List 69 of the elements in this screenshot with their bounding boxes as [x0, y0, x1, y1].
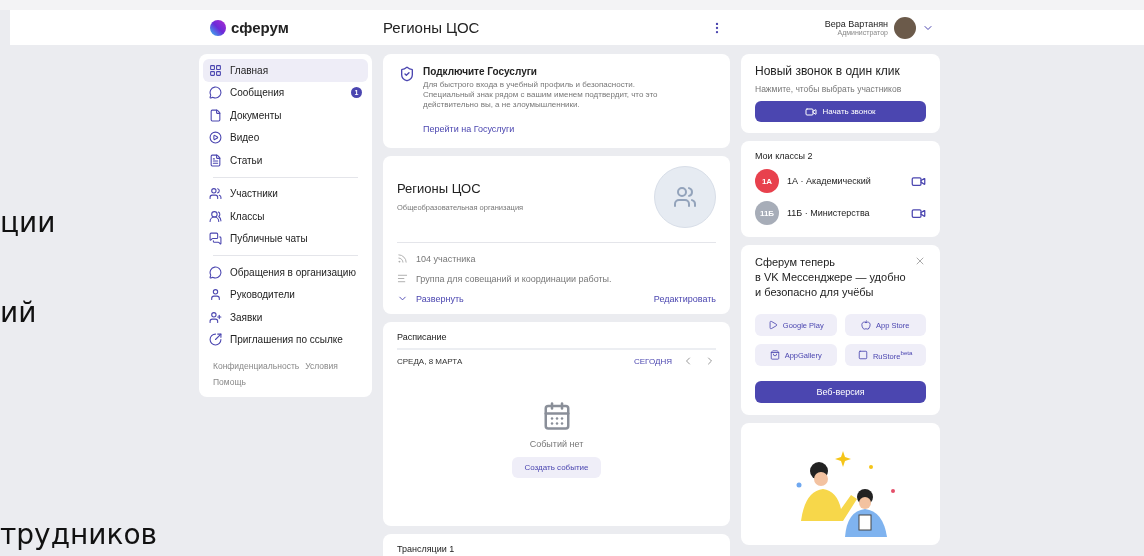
store-icon	[769, 350, 780, 360]
menu-icon	[209, 333, 222, 347]
menu-icon	[209, 63, 222, 77]
broadcasts-title: Трансляции 1	[397, 544, 456, 554]
classes-title: Мои классы 2	[755, 151, 814, 161]
expand-link[interactable]: Развернуть	[416, 293, 464, 304]
start-call-button[interactable]: Начать звонок	[755, 101, 926, 122]
menu-icon	[209, 153, 222, 167]
sidebar-item[interactable]: Статьи	[203, 149, 368, 172]
schedule-title: Расписание	[397, 332, 716, 350]
rss-icon	[397, 253, 408, 264]
schedule-date: СРЕДА, 8 МАРТА	[397, 356, 463, 366]
members-count: 104 участника	[416, 253, 476, 264]
menu-icon	[209, 310, 222, 324]
menu-icon	[209, 86, 222, 100]
menu-icon	[209, 209, 222, 223]
overlay-text: ий	[0, 296, 37, 329]
page-title: Регионы ЦОС	[383, 19, 481, 36]
logo-text: сферум	[231, 19, 289, 36]
store-icon	[861, 320, 872, 330]
close-icon	[914, 255, 926, 267]
gosuslugi-link[interactable]: Перейти на Госуслуги	[423, 124, 515, 134]
card-title: Подключите Госуслуги	[423, 66, 539, 77]
logo-icon	[210, 19, 226, 36]
sidebar-item[interactable]: Обращения в организацию	[203, 261, 368, 284]
sidebar-item[interactable]: Заявки	[203, 306, 368, 329]
class-badge: 11Б	[755, 201, 779, 225]
sidebar-item[interactable]: Классы	[203, 205, 368, 228]
shield-icon	[399, 66, 415, 82]
empty-message: Событий нет	[529, 439, 584, 449]
camera-icon	[805, 105, 818, 118]
lines-icon	[397, 273, 408, 284]
menu-icon	[209, 288, 222, 302]
overlay-text: ции	[0, 206, 56, 239]
menu-icon	[209, 265, 222, 279]
card-text: Для быстрого входа в учебный профиль и безопасности. Специальный знак рядом с вашим именем подтвердит, что это действительно вы, а не злоумышленники.	[423, 80, 659, 110]
avatar[interactable]	[894, 16, 916, 39]
store-icon	[767, 320, 778, 330]
sidebar-item[interactable]: Публичные чаты	[203, 227, 368, 250]
footer-link[interactable]: Помощь	[213, 377, 246, 387]
footer-link[interactable]: Условия	[305, 361, 338, 371]
sidebar-item[interactable]: Участники	[203, 182, 368, 205]
menu-icon	[209, 108, 222, 122]
user-name: Вера Вартанян	[824, 19, 888, 29]
web-version-button[interactable]: Веб-версия	[755, 381, 926, 403]
menu-icon	[209, 131, 222, 145]
menu-icon	[209, 187, 222, 201]
footer-link[interactable]: Конфиденциальность	[213, 361, 300, 371]
calendar-icon	[541, 401, 572, 431]
create-event-button[interactable]: Создать событие	[512, 457, 601, 478]
class-name[interactable]: 11Б · Министерства	[787, 208, 870, 218]
menu-icon	[209, 232, 222, 246]
group-description: Группа для совещаний и координации работы.	[416, 273, 612, 284]
organization-name: Регионы ЦОС	[397, 180, 482, 196]
sidebar-item[interactable]: Видео	[203, 126, 368, 149]
class-name[interactable]: 1А · Академический	[787, 176, 871, 186]
call-hint: Нажмите, чтобы выбрать участников	[755, 84, 902, 94]
today-link[interactable]: СЕГОДНЯ	[634, 356, 672, 366]
edit-link[interactable]: Редактировать	[653, 293, 716, 304]
overlay-text: трудников	[0, 518, 158, 551]
sidebar-item[interactable]: Приглашения по ссылке	[203, 328, 368, 351]
promo-text: Сферум теперь в VK Мессенджере — удобно и безопасно для учёбы	[755, 255, 906, 300]
sidebar-item[interactable]: Документы	[203, 104, 368, 127]
class-badge: 1А	[755, 169, 779, 193]
call-title: Новый звонок в один клик	[755, 64, 901, 78]
store-icon	[857, 350, 868, 360]
sidebar-item[interactable]: Главная	[203, 59, 368, 82]
people-icon	[673, 185, 697, 209]
sidebar-item[interactable]: Руководители	[203, 283, 368, 306]
